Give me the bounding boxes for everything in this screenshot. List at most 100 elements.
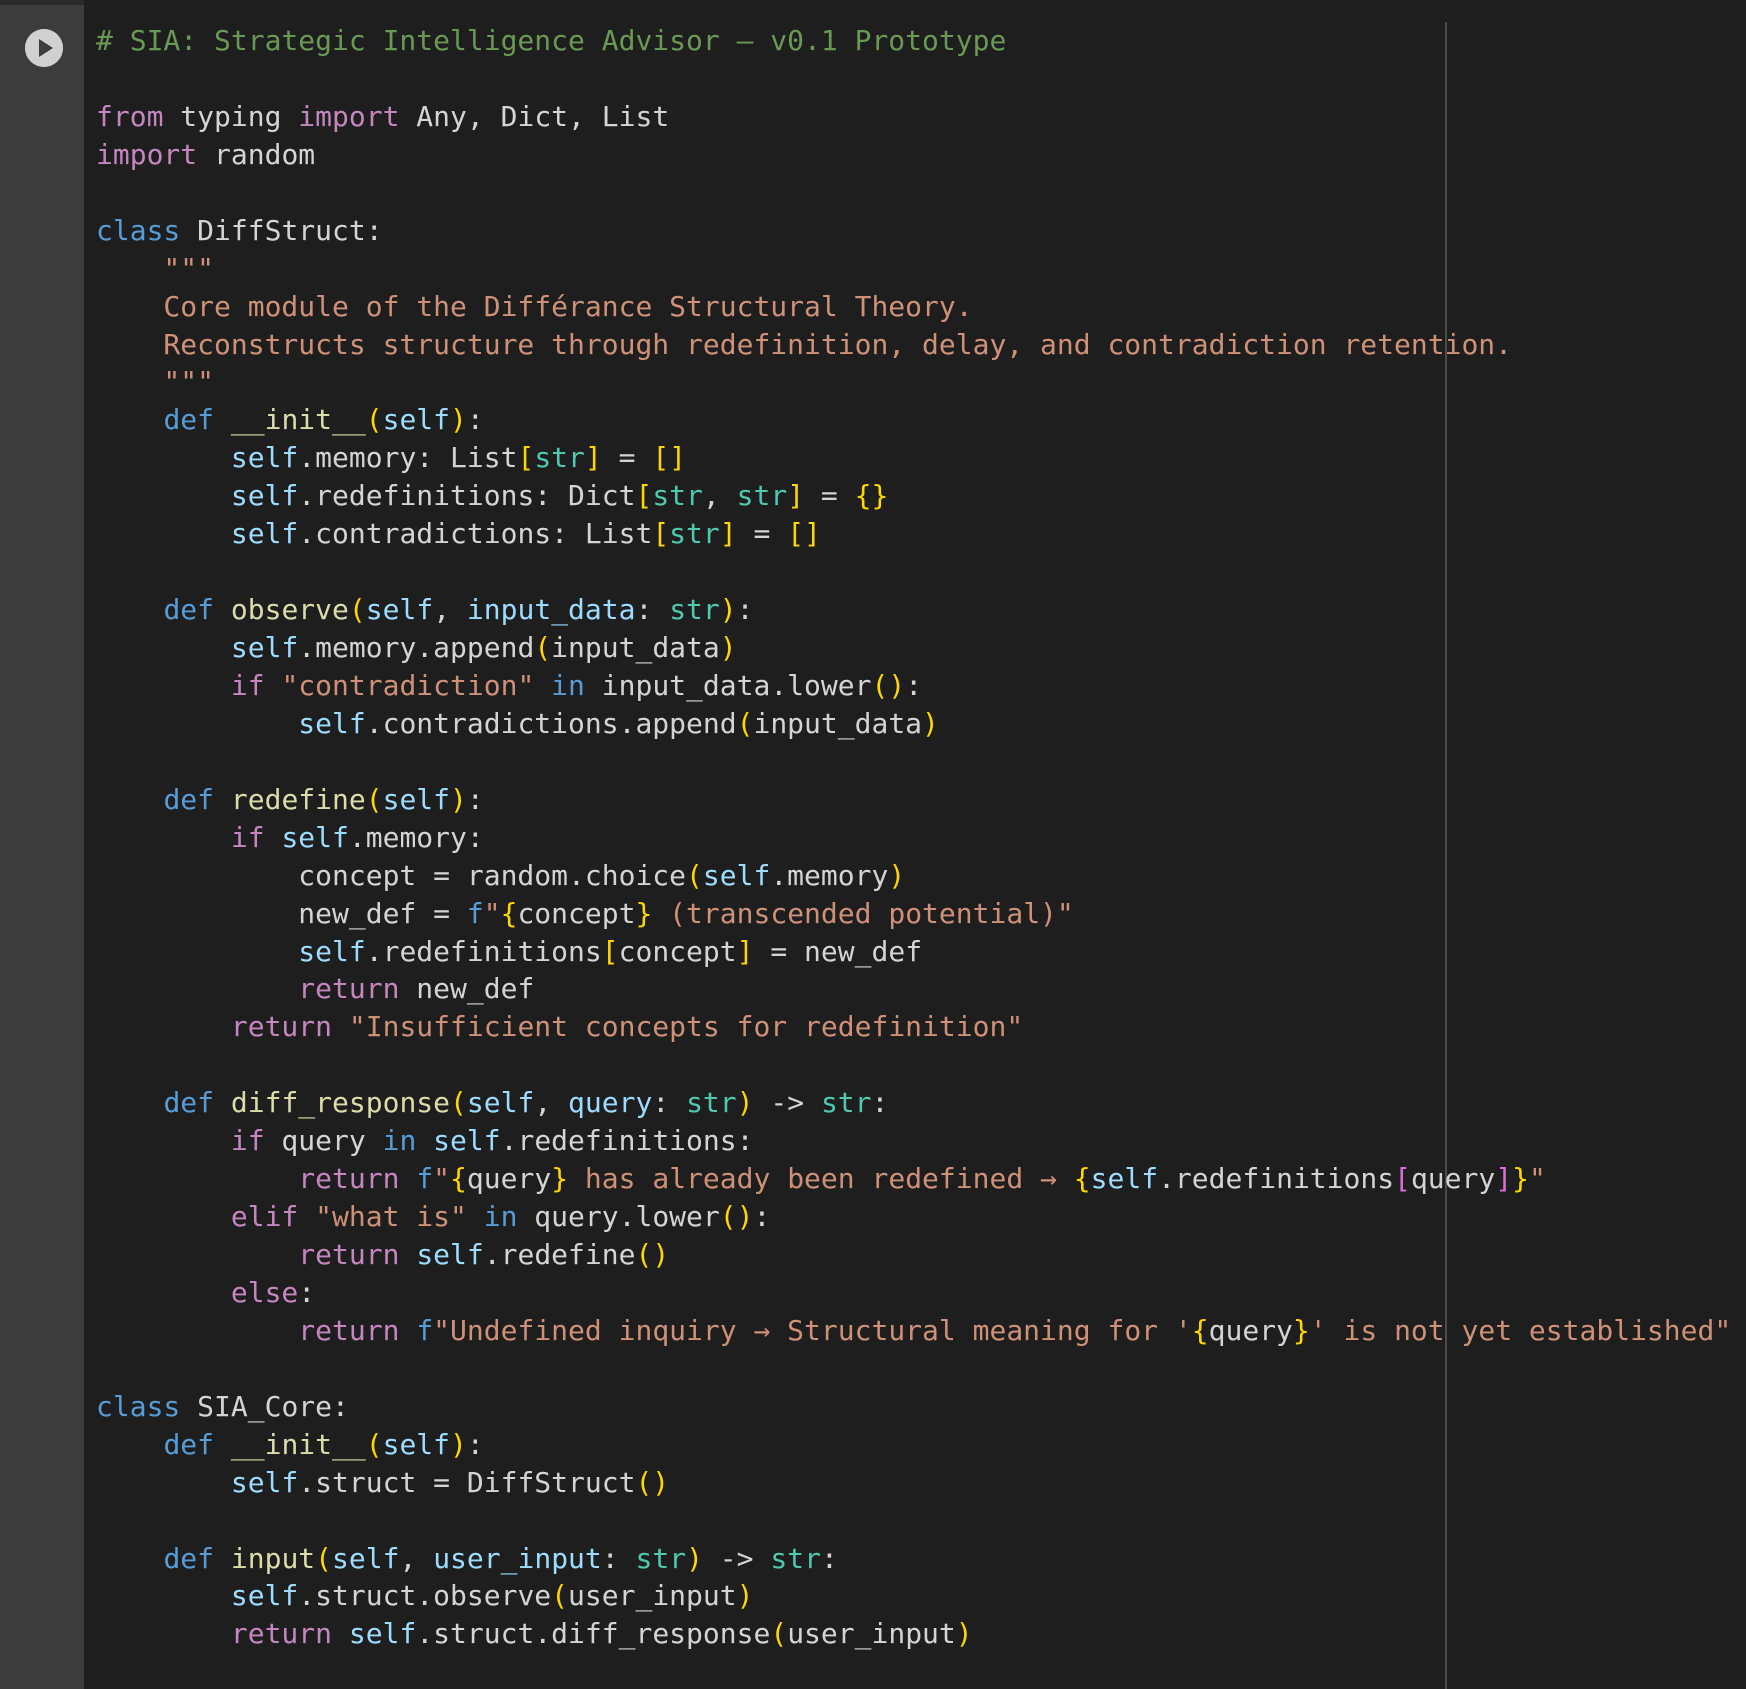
code-token-bracket: ) xyxy=(888,858,906,892)
code-token-plain: .redefinitions xyxy=(365,934,602,968)
code-cell[interactable]: # SIA: Strategic Intelligence Advisor – … xyxy=(0,0,1746,1689)
code-token-bracket2: ] xyxy=(1495,1162,1513,1196)
code-token-bracket: ( xyxy=(736,706,754,740)
code-token-var: self xyxy=(281,820,349,854)
code-line: concept = random.choice(self.memory) xyxy=(96,857,1731,895)
code-token-plain: .redefinitions: Dict xyxy=(298,479,636,513)
code-token-kw: return xyxy=(298,1162,400,1196)
code-token-kw: return xyxy=(298,1313,400,1347)
code-token-bracket: ] xyxy=(787,479,805,513)
code-token-decl: class xyxy=(96,1389,181,1423)
code-token-var: self xyxy=(1090,1162,1159,1196)
code-token-plain: .memory xyxy=(770,858,889,892)
code-token-kw: from xyxy=(96,99,164,133)
code-token-bracket: ) xyxy=(686,1541,703,1575)
code-line: return new_def xyxy=(96,970,1731,1008)
code-token-plain: = new_def xyxy=(753,934,923,968)
code-token-type: str xyxy=(736,479,788,513)
code-token-plain: : xyxy=(466,782,484,816)
code-token-decl: f xyxy=(416,1162,434,1196)
code-line: if self.memory: xyxy=(96,819,1731,857)
code-token-bracket: ) xyxy=(955,1617,973,1651)
code-token-bracket: ( xyxy=(534,631,552,664)
code-token-plain: input_data xyxy=(753,706,923,740)
code-token-plain: query xyxy=(1410,1162,1496,1196)
code-token-plain: input_data xyxy=(551,631,720,664)
code-token-plain: query xyxy=(1208,1313,1293,1347)
code-token-bracket: } xyxy=(635,896,653,930)
code-line: """ xyxy=(96,363,1731,401)
code-token-kw: return xyxy=(298,1238,400,1271)
code-token-func: redefine xyxy=(230,782,366,816)
code-line: return f"{query} has already been redefi… xyxy=(96,1160,1731,1198)
code-line: from typing import Any, Dict, List xyxy=(96,98,1731,136)
code-editor[interactable]: # SIA: Strategic Intelligence Advisor – … xyxy=(96,22,1731,1653)
code-token-bracket: ) xyxy=(450,782,467,816)
code-token-plain: : xyxy=(736,593,754,627)
code-token-var: self xyxy=(348,1617,417,1651)
code-token-var: self xyxy=(230,1465,299,1499)
run-cell-button[interactable] xyxy=(25,29,63,67)
code-token-string: "contradiction" xyxy=(281,668,535,702)
code-line: class DiffStruct: xyxy=(96,212,1731,250)
code-token-plain: : xyxy=(466,403,484,437)
code-token-bracket: [] xyxy=(787,517,821,551)
code-token-bracket: ] xyxy=(719,517,737,551)
code-line: else: xyxy=(96,1274,1731,1312)
code-token-bracket: ( xyxy=(450,1086,467,1120)
code-token-bracket: [ xyxy=(517,441,535,475)
code-line: if query in self.redefinitions: xyxy=(96,1122,1731,1160)
code-token-bracket: ( xyxy=(315,1541,333,1575)
code-token-var: self xyxy=(382,403,451,437)
code-token-bracket: } xyxy=(1292,1313,1310,1347)
code-line: self.struct.observe(user_input) xyxy=(96,1577,1731,1615)
code-token-string: Core module of the Différance Structural… xyxy=(96,289,973,323)
code-token-plain: : xyxy=(820,1541,838,1575)
code-token-decl: in xyxy=(382,1124,417,1158)
code-token-bracket: ) xyxy=(719,593,737,627)
code-token-plain: .contradictions: List xyxy=(298,517,653,551)
code-token-func: diff_response xyxy=(230,1086,451,1120)
code-token-bracket2: [ xyxy=(1394,1162,1411,1196)
code-token-string: " xyxy=(433,1162,451,1196)
code-token-bracket: { xyxy=(1191,1313,1209,1347)
code-token-plain: = xyxy=(736,517,788,551)
code-token-plain: : xyxy=(298,1275,316,1309)
code-token-kw: import xyxy=(96,137,198,171)
code-line: def diff_response(self, query: str) -> s… xyxy=(96,1084,1731,1122)
code-token-type: str xyxy=(669,517,720,551)
code-line: Core module of the Différance Structural… xyxy=(96,288,1731,326)
code-token-var: self xyxy=(466,1086,535,1120)
code-token-plain: user_input xyxy=(568,1579,737,1613)
code-token-var: self xyxy=(298,934,366,968)
code-token-plain: concept = random.choice xyxy=(96,858,687,892)
code-token-decl: def xyxy=(163,1086,215,1120)
code-token-kw: if xyxy=(230,668,265,702)
code-token-type: str xyxy=(669,593,720,627)
code-token-bracket: ( xyxy=(348,593,366,627)
code-token-kw: if xyxy=(230,1124,265,1158)
code-token-kw: return xyxy=(230,1617,333,1651)
code-token-bracket: [ xyxy=(652,517,670,551)
code-token-plain: , xyxy=(534,1086,569,1120)
code-token-plain: typing xyxy=(163,99,299,133)
